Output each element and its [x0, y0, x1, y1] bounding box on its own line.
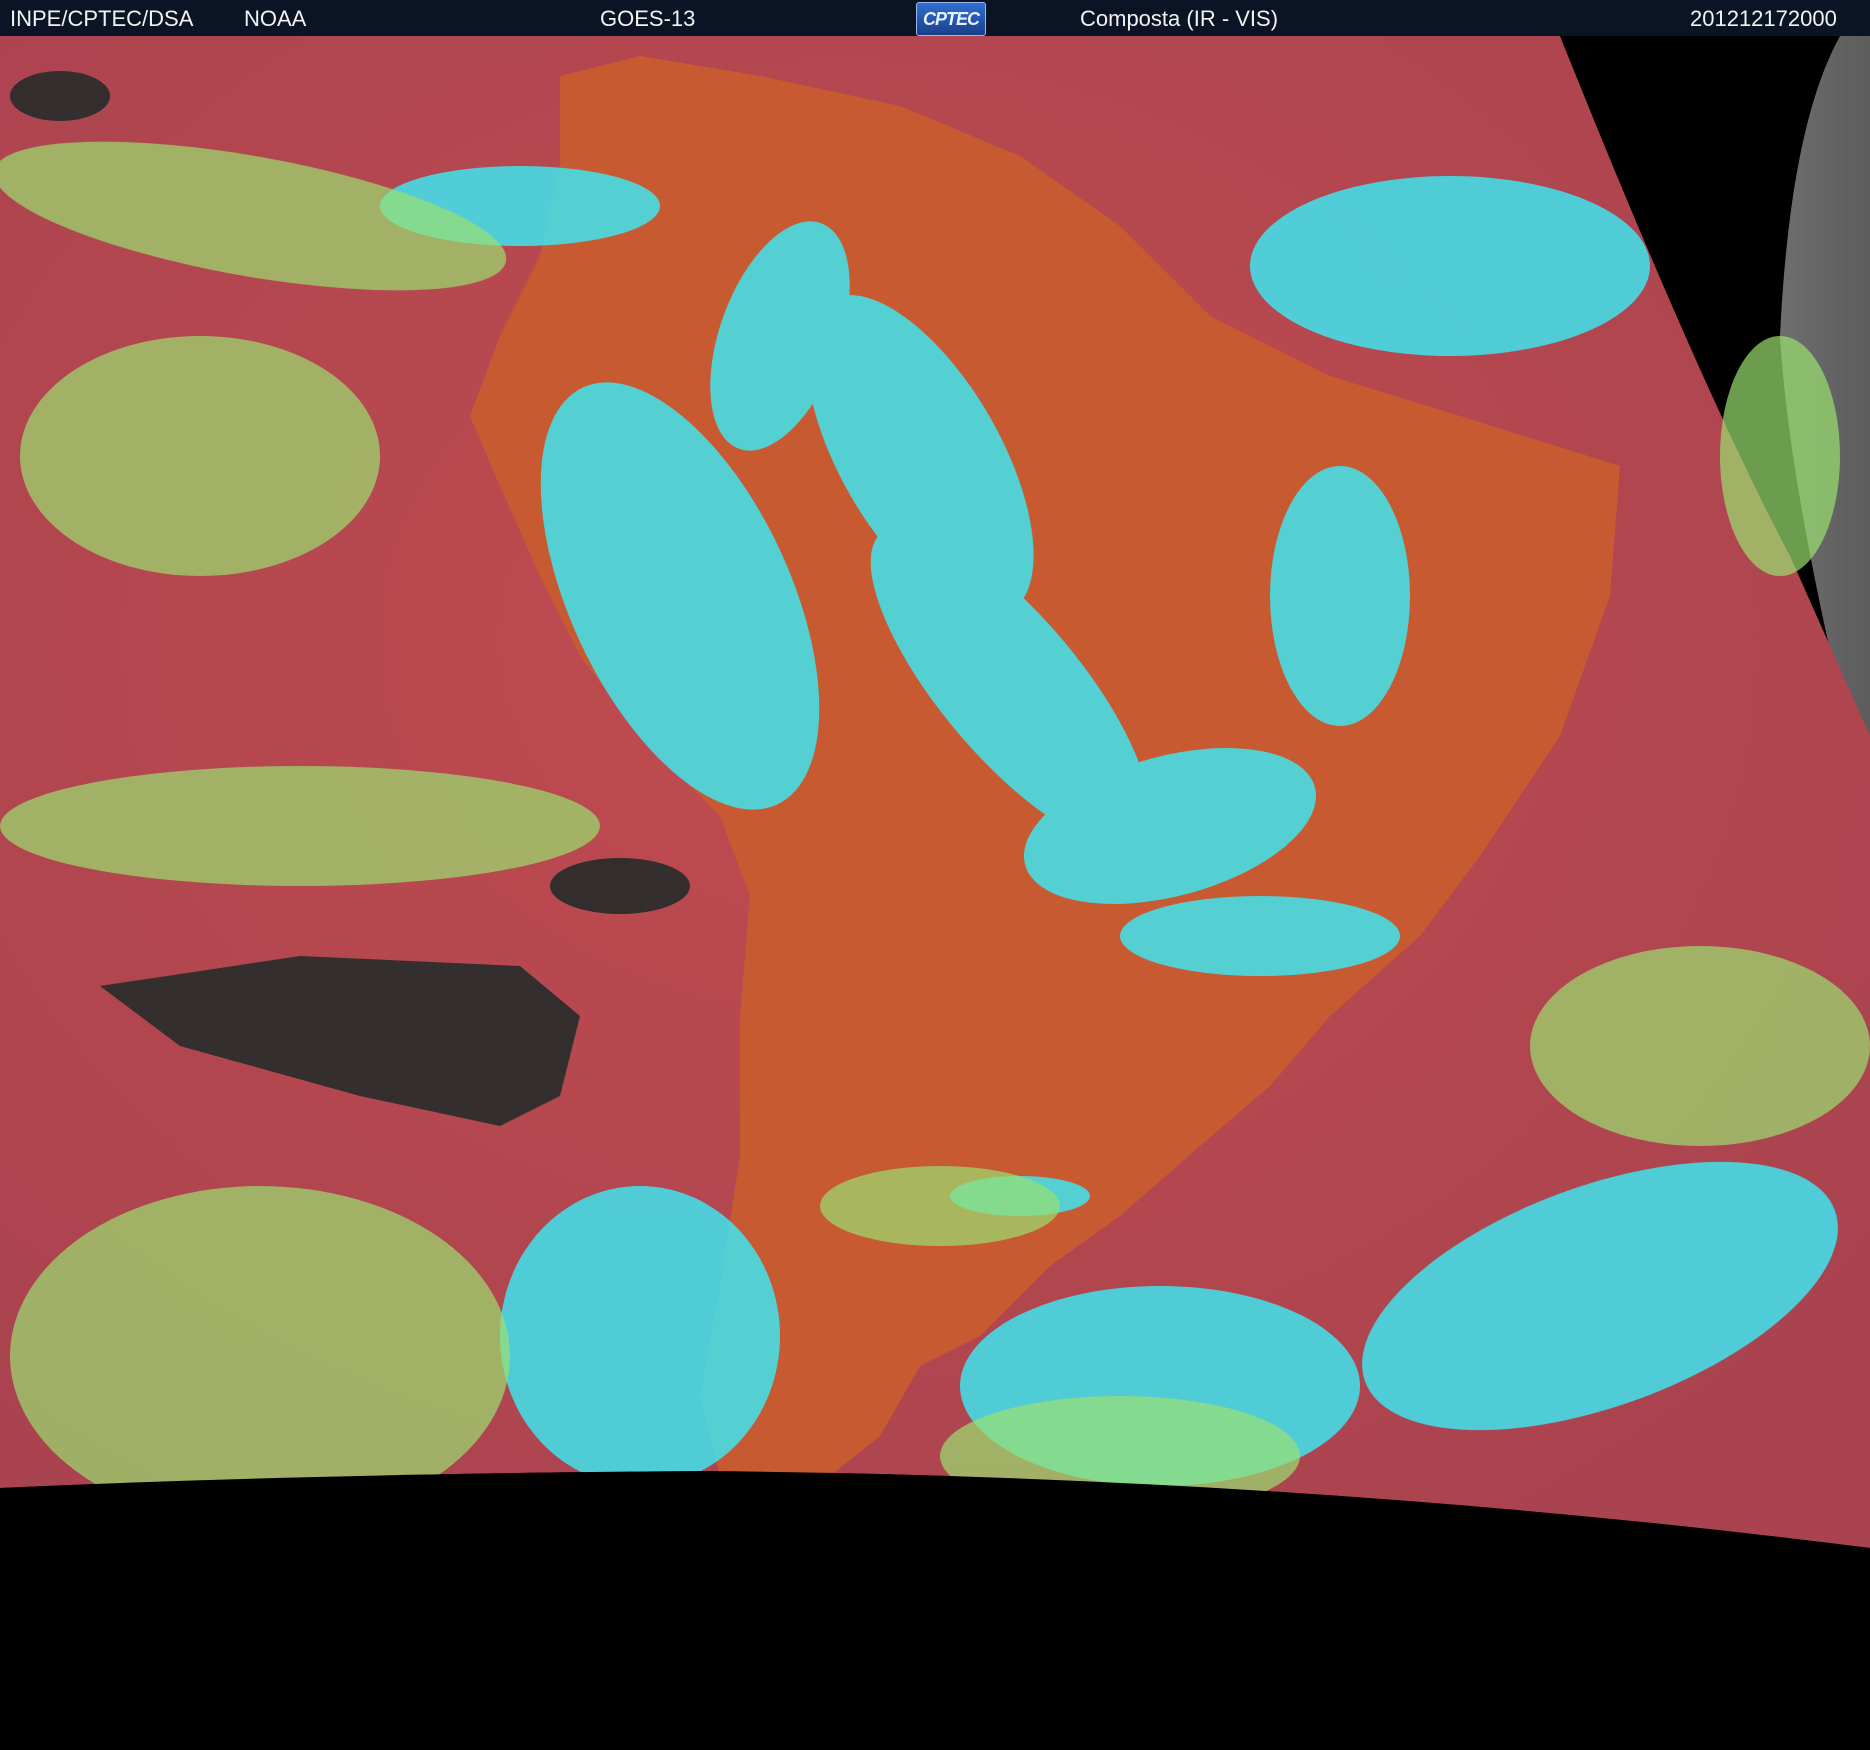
satellite-label: GOES-13 — [600, 6, 696, 31]
satellite-image — [0, 36, 1870, 1750]
cptec-logo: CPTEC — [916, 2, 986, 36]
agency-label: INPE/CPTEC/DSA — [10, 6, 194, 31]
timestamp-label: 201212172000 — [1690, 6, 1837, 31]
image-header: INPE/CPTEC/DSA NOAA GOES-13 CPTEC Compos… — [0, 0, 1870, 36]
source-label: NOAA — [244, 6, 307, 31]
product-label: Composta (IR - VIS) — [1080, 6, 1279, 31]
